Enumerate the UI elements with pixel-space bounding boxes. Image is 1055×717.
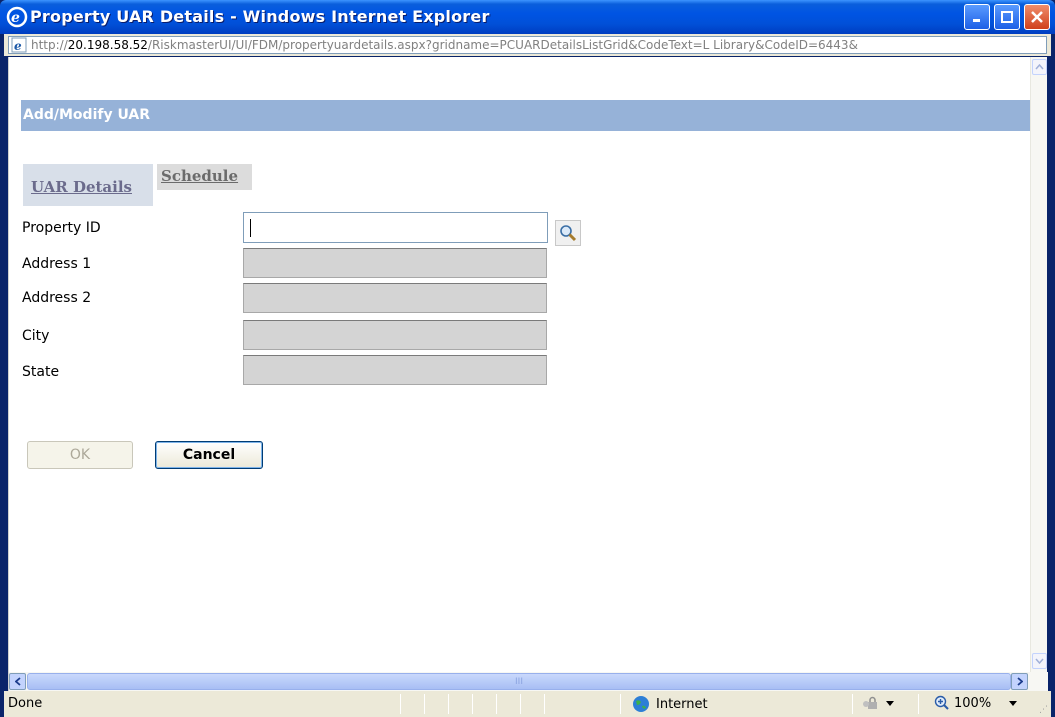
scroll-up-button[interactable]: [1032, 59, 1047, 75]
scroll-left-button[interactable]: [9, 673, 26, 690]
city-label: City: [22, 328, 50, 344]
chevron-down-icon: [1035, 658, 1044, 664]
svg-text:e: e: [11, 10, 20, 26]
property-lookup-button[interactable]: [555, 220, 581, 246]
lock-icon: [863, 696, 877, 709]
status-text: Done: [8, 696, 43, 711]
property-id-label: Property ID: [22, 220, 101, 236]
thumb-grip: III: [515, 676, 523, 687]
browser-window: e Property UAR Details - Windows Interne…: [0, 0, 1055, 717]
url-path: /RiskmasterUI/UI/FDM/propertyuardetails.…: [147, 38, 858, 52]
zone-label: Internet: [656, 696, 708, 712]
page-icon: e: [11, 37, 27, 53]
zoom-control[interactable]: 100%: [934, 695, 1018, 711]
address-field[interactable]: e http://20.198.58.52/RiskmasterUI/UI/FD…: [8, 36, 1047, 54]
status-divider: [544, 694, 545, 714]
ok-button[interactable]: OK: [27, 441, 133, 469]
state-input[interactable]: [243, 355, 547, 385]
chevron-right-icon: [1016, 677, 1023, 686]
tab-uar-details[interactable]: UAR Details: [23, 164, 153, 206]
status-divider: [400, 694, 401, 714]
magnifier-icon: [560, 225, 577, 242]
protected-mode-button[interactable]: [862, 695, 894, 711]
status-divider: [496, 694, 497, 714]
dropdown-arrow-icon: [886, 700, 894, 706]
url-protocol: http://: [31, 38, 68, 52]
zoom-level: 100%: [954, 695, 992, 711]
close-icon: [1031, 11, 1043, 23]
address2-label: Address 2: [22, 290, 92, 306]
vertical-scrollbar[interactable]: [1030, 57, 1047, 672]
zoom-icon: [934, 695, 949, 710]
url-host: 20.198.58.52: [67, 38, 148, 52]
chevron-left-icon: [14, 677, 21, 686]
status-divider: [520, 694, 521, 714]
tab-schedule[interactable]: Schedule: [157, 164, 252, 190]
status-divider: [424, 694, 425, 714]
status-divider: [472, 694, 473, 714]
address2-input[interactable]: [243, 283, 547, 313]
ie-logo-icon: e: [6, 6, 28, 28]
state-label: State: [22, 364, 60, 380]
status-divider: [918, 694, 919, 714]
status-divider: [620, 694, 621, 714]
form-header: Add/Modify UAR: [21, 100, 1031, 131]
title-bar[interactable]: e Property UAR Details - Windows Interne…: [0, 0, 1055, 34]
minimize-icon: [973, 19, 980, 22]
text-caret: [250, 219, 251, 237]
maximize-icon: [1001, 11, 1013, 23]
globe-icon: [633, 696, 649, 712]
dropdown-arrow-icon: [1009, 700, 1018, 706]
window-title: Property UAR Details - Windows Internet …: [30, 7, 490, 26]
page-content: Add/Modify UAR UAR Details Schedule Prop…: [8, 57, 1048, 691]
svg-text:e: e: [14, 39, 22, 53]
security-zone[interactable]: Internet: [632, 695, 708, 713]
resize-grip-icon[interactable]: ⋰: [1039, 705, 1049, 715]
address1-label: Address 1: [22, 256, 92, 272]
close-button[interactable]: [1024, 4, 1050, 30]
cancel-button[interactable]: Cancel: [155, 441, 263, 469]
scroll-down-button[interactable]: [1032, 653, 1047, 669]
maximize-button[interactable]: [994, 4, 1020, 30]
status-divider: [852, 694, 853, 714]
status-bar: Done Internet 100% ⋰: [0, 691, 1055, 717]
scroll-right-button[interactable]: [1011, 673, 1028, 690]
scroll-thumb[interactable]: III: [27, 673, 1011, 690]
horizontal-scrollbar[interactable]: III: [9, 672, 1048, 691]
chevron-up-icon: [1035, 64, 1044, 70]
property-id-input[interactable]: [243, 212, 548, 243]
city-input[interactable]: [243, 320, 547, 350]
status-divider: [448, 694, 449, 714]
address-bar: e http://20.198.58.52/RiskmasterUI/UI/FD…: [0, 34, 1055, 56]
address1-input[interactable]: [243, 248, 547, 278]
minimize-button[interactable]: [964, 4, 990, 30]
